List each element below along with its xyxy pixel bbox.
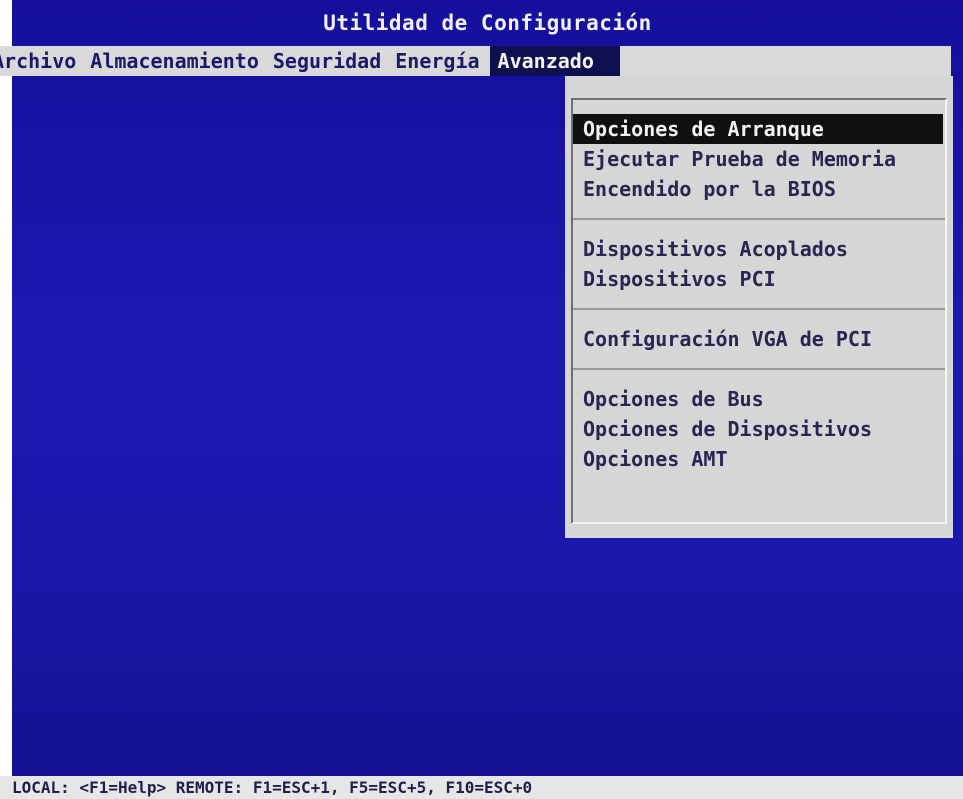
option-run-memory-test[interactable]: Ejecutar Prueba de Memoria (573, 144, 945, 174)
dropdown-frame: Opciones de Arranque Ejecutar Prueba de … (571, 98, 947, 524)
dropdown-group-devices: Dispositivos Acoplados Dispositivos PCI (573, 220, 945, 310)
menu-bar: Archivo Almacenamiento Seguridad Energía… (0, 46, 951, 76)
option-bios-power-on[interactable]: Encendido por la BIOS (573, 174, 945, 204)
advanced-dropdown-menu: Opciones de Arranque Ejecutar Prueba de … (565, 76, 953, 538)
dropdown-group-vga: Configuración VGA de PCI (573, 310, 945, 370)
option-pci-devices[interactable]: Dispositivos PCI (573, 264, 945, 294)
option-amt-options[interactable]: Opciones AMT (573, 444, 945, 474)
option-boot-options[interactable]: Opciones de Arranque (573, 114, 943, 144)
menu-file[interactable]: Archivo (0, 46, 86, 76)
dropdown-group-boot: Opciones de Arranque Ejecutar Prueba de … (573, 100, 945, 220)
window-title: Utilidad de Configuración (323, 11, 652, 35)
option-bus-options[interactable]: Opciones de Bus (573, 384, 945, 414)
option-pci-vga-configuration[interactable]: Configuración VGA de PCI (573, 324, 945, 354)
option-device-options[interactable]: Opciones de Dispositivos (573, 414, 945, 444)
menu-power[interactable]: Energía (391, 46, 489, 76)
dropdown-group-options: Opciones de Bus Opciones de Dispositivos… (573, 370, 945, 488)
status-bar: LOCAL: <F1=Help> REMOTE: F1=ESC+1, F5=ES… (0, 776, 963, 799)
bios-screen: Utilidad de Configuración Opciones de Ar… (12, 0, 963, 799)
menu-storage[interactable]: Almacenamiento (86, 46, 269, 76)
menu-security[interactable]: Seguridad (269, 46, 391, 76)
option-docked-devices[interactable]: Dispositivos Acoplados (573, 234, 945, 264)
menu-advanced[interactable]: Avanzado (489, 46, 620, 76)
